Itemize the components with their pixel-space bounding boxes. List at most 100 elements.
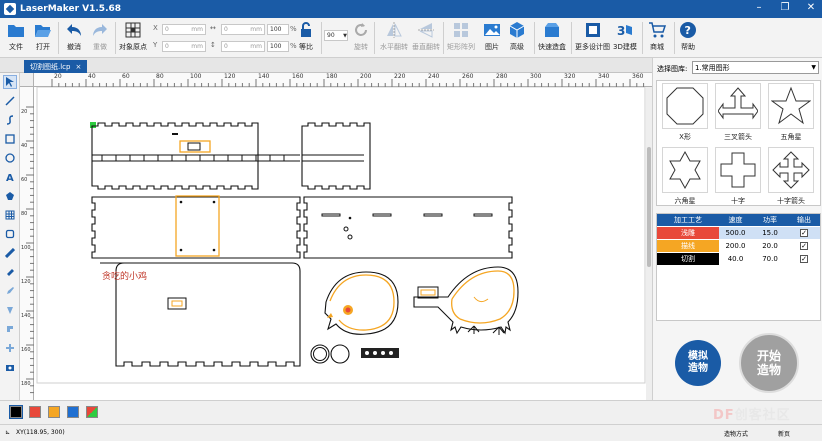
- shape-cross-arrow[interactable]: 十字箭头: [766, 147, 816, 205]
- design-canvas[interactable]: 贪吃的小鸡: [34, 87, 650, 400]
- text-tool[interactable]: A: [3, 170, 17, 184]
- watermark: DF创客社区: [713, 408, 791, 423]
- line-tool[interactable]: [3, 94, 17, 108]
- ruler-tick-label: 140: [21, 313, 31, 319]
- start-button[interactable]: 开始 造物: [739, 333, 799, 393]
- select-tool[interactable]: [3, 75, 17, 89]
- grid-icon: [5, 210, 15, 220]
- file-button[interactable]: 文件: [7, 21, 25, 52]
- ellipse-tool[interactable]: [3, 151, 17, 165]
- output-checkbox[interactable]: ✓: [800, 242, 808, 250]
- advanced-button[interactable]: 高级: [508, 21, 526, 52]
- swatch-orange[interactable]: [48, 406, 60, 418]
- new-page-label[interactable]: 新页: [778, 429, 790, 438]
- curve-icon: [6, 115, 14, 125]
- swatch-multi[interactable]: [86, 406, 98, 418]
- tab-cut-drawing[interactable]: 切割图纸.lcp ×: [24, 60, 88, 73]
- ruler-tick-label: 60: [21, 177, 28, 183]
- modeling-3d-button[interactable]: 3 3D建模: [613, 21, 637, 52]
- left-toolbar: A: [0, 73, 20, 400]
- redo-button[interactable]: 重做: [91, 21, 109, 52]
- process-row-cut[interactable]: 切割 40.0 70.0 ✓: [657, 253, 820, 265]
- proportional-button[interactable]: 等比: [297, 21, 315, 52]
- more-designs-button[interactable]: 更多设计图: [575, 21, 610, 52]
- five-star-icon: [771, 86, 811, 125]
- horizontal-flip-label: 水平翻转: [380, 43, 408, 51]
- 3d-model-icon: 3: [617, 24, 632, 38]
- image-button[interactable]: 图片: [483, 21, 501, 52]
- shape-library-grid: X形 三叉箭头 五角星 六角星 十字 十字箭头: [656, 80, 821, 206]
- library-select[interactable]: 1.常用图形 ▼: [692, 61, 819, 74]
- shape-label: X形: [679, 133, 691, 141]
- height-input[interactable]: 0 mm: [221, 41, 265, 52]
- table-tool[interactable]: [3, 208, 17, 222]
- output-checkbox[interactable]: ✓: [800, 229, 808, 237]
- width-percent-input[interactable]: 100: [267, 24, 289, 35]
- rectangle-tool[interactable]: [3, 132, 17, 146]
- y-input[interactable]: 0 mm: [162, 41, 206, 52]
- horizontal-flip-button[interactable]: 水平翻转: [380, 21, 408, 52]
- canvas-area[interactable]: 20 40 60 80 100 120 140 160 180 200 220 240 260 280 30…: [20, 73, 652, 400]
- process-power: 70.0: [762, 255, 778, 263]
- process-name: 切割: [657, 253, 719, 265]
- process-row-shallow-engrave[interactable]: 浅雕 500.0 15.0 ✓: [657, 227, 820, 239]
- simulate-label-2: 造物: [688, 363, 708, 374]
- help-button[interactable]: ? 帮助: [679, 21, 697, 52]
- shape-cross[interactable]: 十字: [713, 147, 763, 205]
- help-label: 帮助: [681, 43, 695, 51]
- store-button[interactable]: 商城: [648, 21, 666, 52]
- shape-five-star[interactable]: 五角星: [766, 83, 816, 143]
- ruler-vertical: 20 40 60 80 100 120 140 160 180: [20, 87, 34, 400]
- simulate-button[interactable]: 模拟 造物: [675, 340, 721, 386]
- offset-tool[interactable]: [3, 341, 17, 355]
- shape-x[interactable]: X形: [660, 83, 710, 143]
- measure-tool[interactable]: [3, 246, 17, 260]
- box-icon: [545, 23, 559, 37]
- swatch-black[interactable]: [9, 405, 23, 419]
- minimize-button[interactable]: –: [752, 2, 766, 13]
- height-percent-input[interactable]: 100: [267, 41, 289, 52]
- polygon-tool[interactable]: [3, 189, 17, 203]
- vertical-flip-button[interactable]: 垂直翻转: [412, 21, 440, 52]
- pen-tool[interactable]: [3, 284, 17, 298]
- curve-tool[interactable]: [3, 113, 17, 127]
- library-selected: 1.常用图形: [695, 63, 730, 72]
- height-percent-sign: %: [290, 42, 297, 50]
- camera-icon: [6, 365, 14, 371]
- width-input[interactable]: 0 mm: [221, 24, 265, 35]
- swatch-blue[interactable]: [67, 406, 79, 418]
- eraser-tool[interactable]: [3, 265, 17, 279]
- ruler-tick-label: 100: [21, 245, 31, 251]
- x-input[interactable]: 0 mm: [162, 24, 206, 35]
- engrave-text[interactable]: 贪吃的小鸡: [102, 270, 147, 282]
- process-power: 15.0: [762, 229, 778, 237]
- object-origin-button[interactable]: 对象原点: [119, 21, 147, 52]
- swatch-red[interactable]: [29, 406, 41, 418]
- weld-tool[interactable]: [3, 322, 17, 336]
- rotate-button[interactable]: 旋转: [352, 21, 370, 52]
- angle-select[interactable]: 90 ▼: [324, 30, 348, 41]
- camera-tool[interactable]: [3, 360, 17, 374]
- eraser-icon: [7, 269, 14, 276]
- help-icon: ?: [680, 22, 696, 38]
- redo-label: 重做: [93, 43, 107, 51]
- process-row-outline[interactable]: 描线 200.0 20.0 ✓: [657, 240, 820, 252]
- undo-button[interactable]: 撤消: [65, 21, 83, 52]
- open-button[interactable]: 打开: [34, 21, 52, 52]
- output-checkbox[interactable]: ✓: [800, 255, 808, 263]
- tab-close-icon[interactable]: ×: [75, 63, 81, 71]
- mode-label[interactable]: 造物方式: [724, 429, 748, 438]
- cart-icon: [649, 22, 666, 38]
- object-origin-label: 对象原点: [119, 43, 147, 51]
- process-name: 浅雕: [657, 227, 719, 239]
- restore-button[interactable]: ❐: [778, 2, 792, 13]
- quick-box-button[interactable]: 快速造盒: [538, 21, 566, 52]
- shape-trident-arrow[interactable]: 三叉箭头: [713, 83, 763, 143]
- rect-array-button[interactable]: 矩形阵列: [447, 21, 475, 52]
- design-library-icon: [585, 23, 600, 37]
- node-tool[interactable]: [3, 303, 17, 317]
- x-label: X: [153, 24, 158, 32]
- shape-six-star[interactable]: 六角星: [660, 147, 710, 205]
- close-window-button[interactable]: ✕: [804, 2, 818, 13]
- frame-tool[interactable]: [3, 227, 17, 241]
